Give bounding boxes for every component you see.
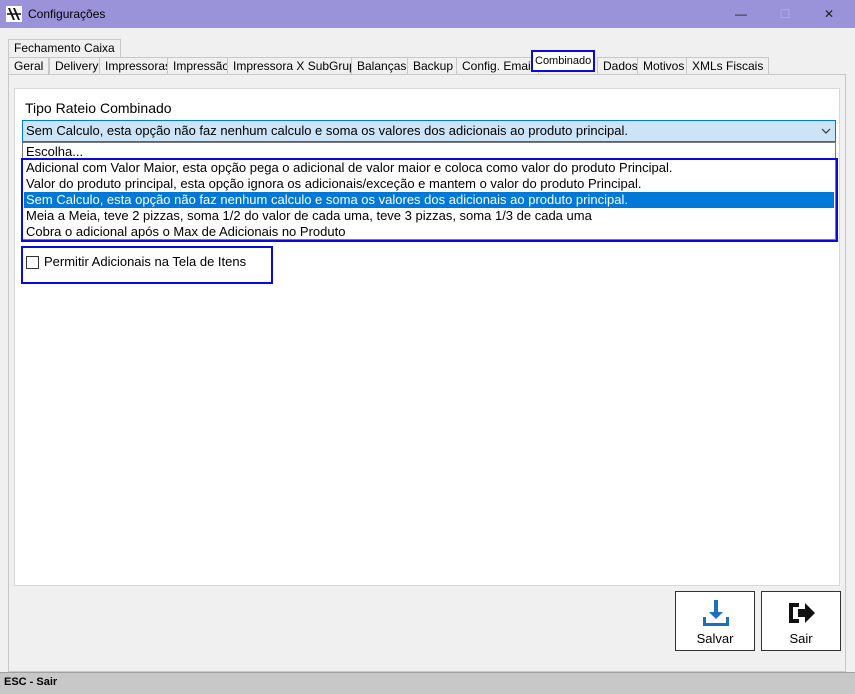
title-bar: Configurações — ☐ ✕ <box>0 0 855 28</box>
tab-delivery[interactable]: Delivery <box>49 57 105 75</box>
dropdown-option-meia-a-meia[interactable]: Meia a Meia, teve 2 pizzas, soma 1/2 do … <box>24 208 834 224</box>
tab-backup[interactable]: Backup <box>407 57 460 75</box>
exit-button[interactable]: Sair <box>761 591 841 651</box>
dropdown-option-sem-calculo[interactable]: Sem Calculo, esta opção não faz nenhum c… <box>24 192 834 208</box>
exit-button-label: Sair <box>789 631 813 646</box>
rateio-combobox[interactable]: Sem Calculo, esta opção não faz nenhum c… <box>22 120 836 142</box>
dropdown-option-valor-maior[interactable]: Adicional com Valor Maior, esta opção pe… <box>24 160 834 176</box>
save-button[interactable]: Salvar <box>675 591 755 651</box>
adicionais-checkbox-row[interactable]: Permitir Adicionais na Tela de Itens <box>21 246 273 284</box>
rateio-label: Tipo Rateio Combinado <box>25 100 172 116</box>
status-text: ESC - Sair <box>4 676 58 688</box>
tab-balancas[interactable]: Balanças <box>351 57 413 75</box>
tab-impressoras[interactable]: Impressoras <box>99 57 178 75</box>
minimize-button[interactable]: — <box>718 0 764 28</box>
tab-geral[interactable]: Geral <box>8 57 50 75</box>
chevron-down-icon[interactable] <box>817 121 835 141</box>
tab-impressao[interactable]: Impressão <box>167 57 236 75</box>
dropdown-option-escolha[interactable]: Escolha... <box>24 144 834 160</box>
tab-xmls-fiscais[interactable]: XMLs Fiscais <box>686 57 770 75</box>
tab-combinado[interactable]: Combinado <box>531 50 596 72</box>
exit-arrow-icon <box>789 603 815 623</box>
close-button[interactable]: ✕ <box>806 0 852 28</box>
dropdown-option-valor-principal[interactable]: Valor do produto principal, esta opção i… <box>24 176 834 192</box>
dropdown-option-cobra-adicional[interactable]: Cobra o adicional após o Max de Adiciona… <box>24 224 834 240</box>
app-logo-icon <box>6 6 22 22</box>
tab-motivos[interactable]: Motivos <box>637 57 691 75</box>
download-tray-icon <box>703 600 729 626</box>
checkbox-label: Permitir Adicionais na Tela de Itens <box>44 254 247 269</box>
maximize-button[interactable]: ☐ <box>762 0 808 28</box>
window-title: Configurações <box>28 7 106 21</box>
save-button-label: Salvar <box>696 631 734 646</box>
combobox-value: Sem Calculo, esta opção não faz nenhum c… <box>26 123 628 138</box>
rateio-dropdown-list: Escolha... Adicional com Valor Maior, es… <box>22 142 836 240</box>
tab-config-email[interactable]: Config. Email <box>456 57 540 75</box>
tab-impressora-subgrupo[interactable]: Impressora X SubGrupo <box>227 57 369 75</box>
tab-fechamento-caixa[interactable]: Fechamento Caixa <box>8 39 121 57</box>
adicionais-checkbox[interactable] <box>26 256 39 269</box>
status-bar: ESC - Sair <box>0 672 855 694</box>
